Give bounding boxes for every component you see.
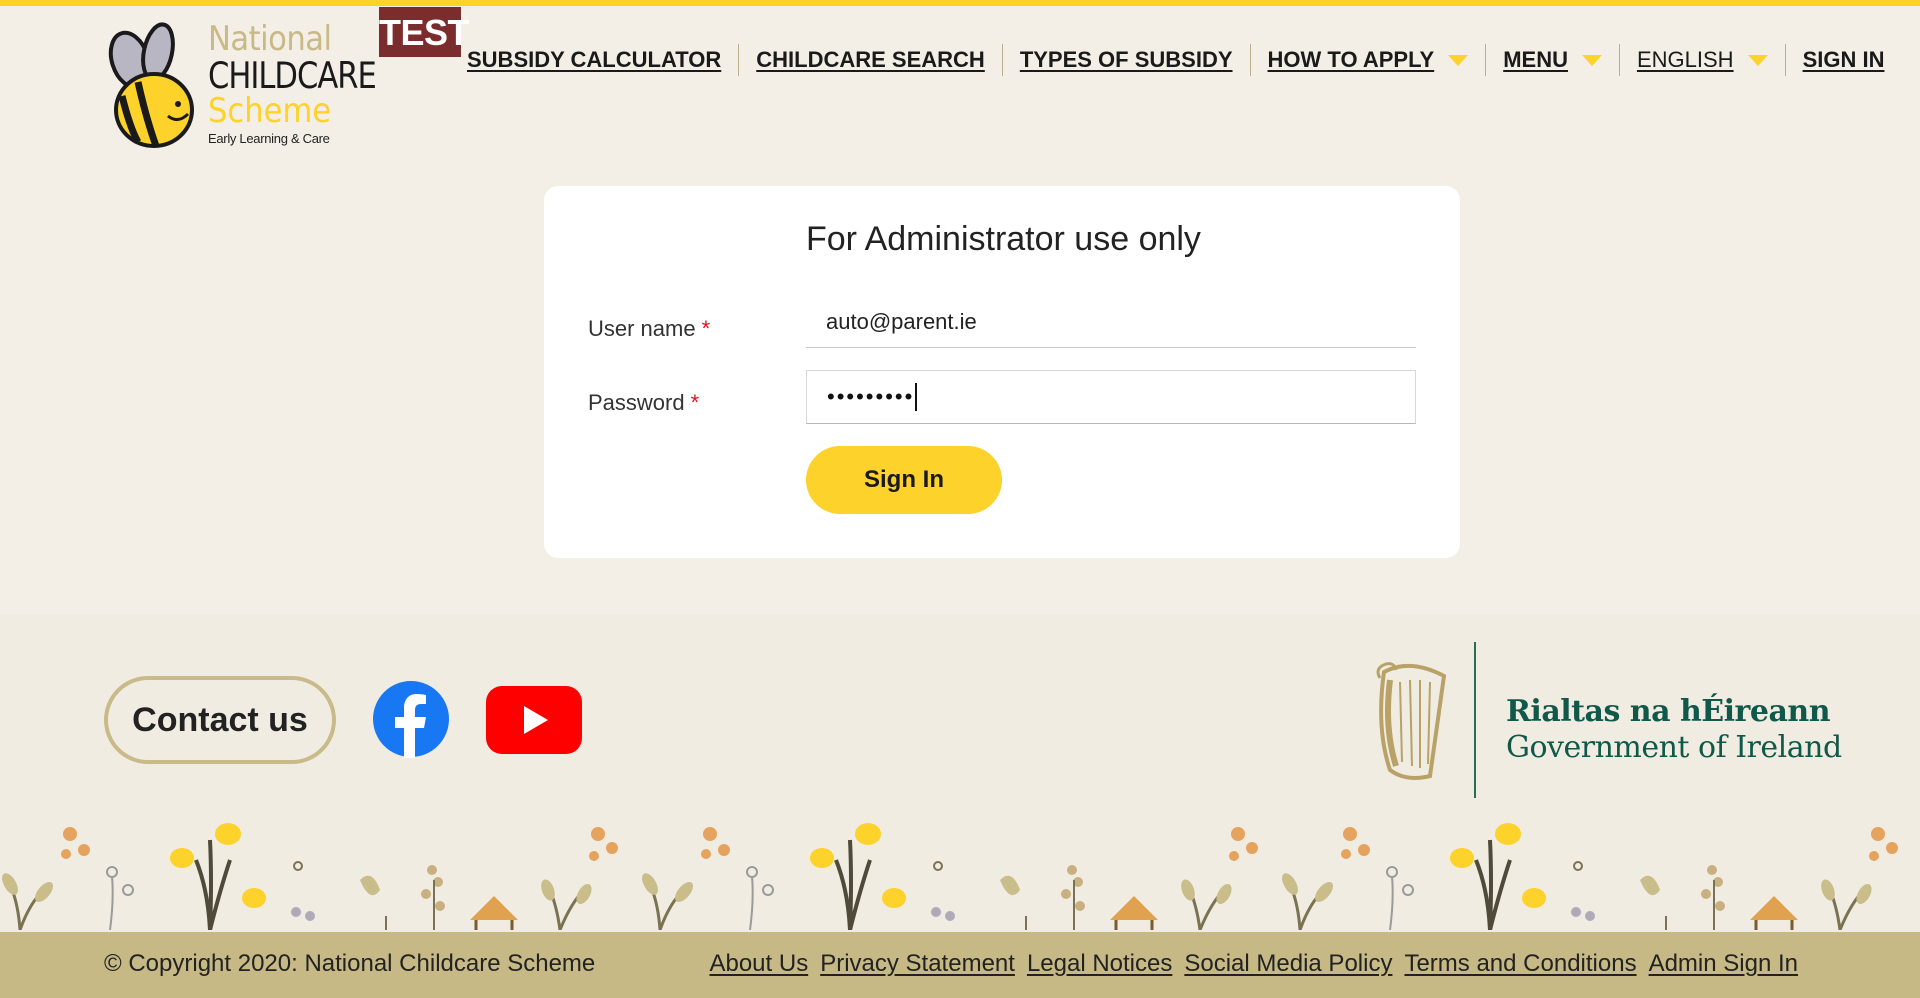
youtube-link[interactable] (486, 686, 582, 759)
footer-link-privacy-statement[interactable]: Privacy Statement (820, 950, 1015, 978)
copyright-text: © Copyright 2020: National Childcare Sch… (104, 950, 596, 977)
facebook-link[interactable] (372, 680, 450, 763)
chevron-down-icon (1581, 54, 1602, 66)
username-input[interactable] (806, 296, 1416, 348)
top-accent-stripe (0, 0, 1920, 6)
logo-childcare-text: CHILDCARE (208, 54, 377, 98)
admin-login-card: For Administrator use only User name* Pa… (544, 186, 1460, 558)
sign-in-button[interactable]: Sign In (806, 446, 1002, 514)
required-marker: * (690, 390, 700, 415)
national-childcare-scheme-logo[interactable]: National CHILDCARE Scheme Early Learning… (100, 18, 377, 154)
contact-us-button[interactable]: Contact us (104, 676, 336, 764)
nav-childcare-search[interactable]: CHILDCARE SEARCH (738, 44, 1002, 76)
password-input[interactable]: ••••••••• (806, 370, 1416, 424)
password-masked-value: ••••••••• (827, 384, 915, 409)
footer-links: About Us Privacy Statement Legal Notices… (709, 950, 1798, 978)
logo-national-text: National (208, 19, 332, 59)
facebook-icon (373, 681, 449, 758)
youtube-icon (486, 686, 582, 754)
gov-irish-text: Rialtas na hÉireann (1506, 694, 1831, 729)
nav-types-of-subsidy[interactable]: TYPES OF SUBSIDY (1001, 44, 1250, 76)
nav-subsidy-calculator[interactable]: SUBSIDY CALCULATOR (467, 44, 738, 76)
government-of-ireland-logo: Rialtas na hÉireann Government of Irelan… (1360, 642, 1842, 802)
login-title: For Administrator use only (806, 220, 1201, 258)
password-label: Password * (588, 390, 700, 415)
nav-sign-in[interactable]: SIGN IN (1784, 44, 1902, 76)
chevron-down-icon (1448, 54, 1469, 66)
gov-logo-divider (1474, 642, 1476, 798)
footer-link-admin-sign-in[interactable]: Admin Sign In (1649, 950, 1798, 978)
logo-tagline: Early Learning & Care (208, 131, 330, 146)
main-navigation: SUBSIDY CALCULATOR CHILDCARE SEARCH TYPE… (467, 44, 1901, 76)
footer-link-about-us[interactable]: About Us (709, 950, 808, 978)
gov-english-text: Government of Ireland (1506, 730, 1842, 765)
nav-language-selector[interactable]: ENGLISH (1618, 44, 1785, 76)
bee-logo-icon (108, 22, 194, 148)
harp-emblem-icon (1376, 662, 1447, 780)
nav-how-to-apply[interactable]: HOW TO APPLY (1249, 44, 1486, 76)
chevron-down-icon (1747, 54, 1768, 66)
username-label: User name * (588, 316, 711, 341)
flower-border-decoration (2, 821, 1900, 930)
footer-link-social-media-policy[interactable]: Social Media Policy (1184, 950, 1392, 978)
logo-scheme-text: Scheme (208, 91, 332, 131)
footer-link-legal-notices[interactable]: Legal Notices (1027, 950, 1172, 978)
required-marker: * (701, 316, 711, 341)
footer-link-terms-and-conditions[interactable]: Terms and Conditions (1404, 950, 1636, 978)
footer-bottom-bar: © Copyright 2020: National Childcare Sch… (0, 932, 1920, 998)
test-environment-badge: TEST (379, 7, 470, 57)
text-cursor (915, 383, 918, 411)
nav-menu[interactable]: MENU (1485, 44, 1619, 76)
